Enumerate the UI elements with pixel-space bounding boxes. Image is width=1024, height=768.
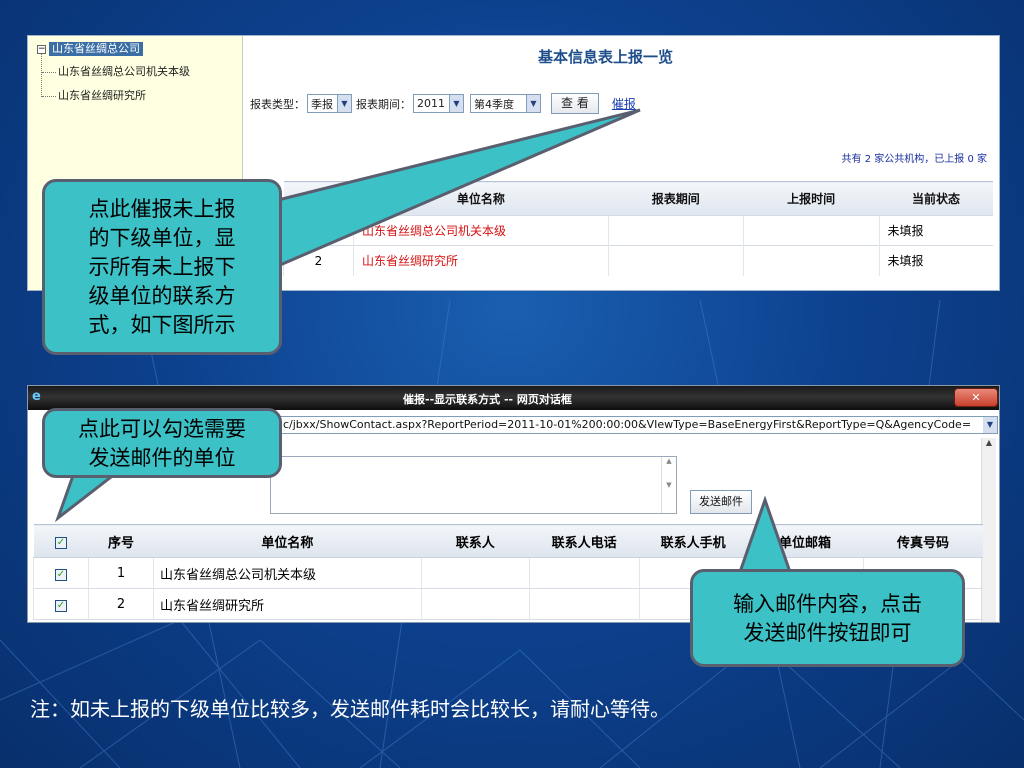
callout-line: 发送邮件的单位 [88, 446, 236, 470]
remind-link[interactable]: 催报 [612, 95, 636, 112]
row-period [607, 245, 744, 276]
callout-line: 点此催报未上报 [88, 197, 236, 221]
tree-child-2[interactable]: 山东省丝绸研究所 [58, 89, 146, 103]
quarter-value: 第4季度 [474, 97, 514, 111]
query-button[interactable]: 查 看 [551, 93, 599, 114]
chevron-down-icon[interactable]: ▼ [983, 417, 997, 433]
col-header[interactable]: 报表期间 [608, 181, 744, 216]
callout-line: 示所有未上报下 [88, 255, 236, 279]
tree-root[interactable]: − 山东省丝绸总公司 [37, 42, 143, 56]
row-unit-name: 山东省丝绸研究所 [152, 588, 422, 620]
row-unit-name: 山东省丝绸总公司机关本级 [152, 557, 422, 589]
ie-icon: e [32, 389, 41, 404]
chevron-down-icon[interactable]: ▼ [337, 95, 351, 112]
callout-line: 式，如下图所示 [88, 313, 236, 337]
callout-line: 级单位的联系方 [88, 284, 236, 308]
page-title: 基本信息表上报一览 [538, 48, 674, 66]
textarea-scrollbar[interactable]: ▲ ▼ [661, 457, 676, 513]
row-contact [420, 588, 530, 620]
table-header-row: 序号 单位名称 报表期间 上报时间 当前状态 [283, 181, 993, 216]
col-header[interactable]: 序号 [88, 524, 154, 558]
row-phone [528, 588, 640, 620]
row-checkbox[interactable]: ✓ [54, 599, 67, 612]
callout-remind: 点此催报未上报 的下级单位，显 示所有未上报下 级单位的联系方 式，如下图所示 [42, 179, 282, 355]
col-header[interactable]: 单位名称 [153, 524, 422, 558]
row-select-cell: ✓ [33, 557, 89, 589]
callout-line: 点此可以勾选需要 [78, 417, 246, 441]
callout-select: 点此可以勾选需要 发送邮件的单位 [42, 408, 282, 478]
tree-root-label[interactable]: 山东省丝绸总公司 [49, 42, 143, 56]
row-no: 2 [283, 245, 354, 276]
summary-text: 共有 2 家公共机构，已上报 0 家 [841, 154, 987, 165]
report-type-select[interactable]: 季报 ▼ [307, 94, 352, 113]
table-row[interactable]: 2 山东省丝绸研究所 未填报 [283, 245, 993, 276]
address-bar[interactable]: c/jbxx/ShowContact.aspx?ReportPeriod=201… [276, 416, 998, 434]
callout-line: 输入邮件内容，点击 [733, 592, 922, 616]
report-table: 序号 单位名称 报表期间 上报时间 当前状态 1 山东省丝绸总公司机关本级 未填… [283, 181, 993, 276]
table-header-row: ✓ 序号 单位名称 联系人 联系人电话 联系人手机 单位邮箱 传真号码 [33, 524, 983, 558]
col-header[interactable]: 联系人电话 [529, 524, 640, 558]
callout-line: 的下级单位，显 [88, 226, 236, 250]
col-header[interactable]: 传真号码 [863, 524, 983, 558]
col-header[interactable]: 单位名称 [353, 181, 609, 216]
row-contact [420, 557, 530, 589]
row-status: 未填报 [878, 245, 993, 276]
tree-connector [42, 96, 56, 97]
row-no: 1 [87, 557, 154, 589]
callout-send: 输入邮件内容，点击 发送邮件按钮即可 [690, 569, 965, 667]
col-header[interactable]: 当前状态 [879, 181, 993, 216]
email-content-input[interactable]: ▲ ▼ [270, 456, 677, 514]
row-no: 2 [87, 588, 154, 620]
collapse-icon[interactable]: − [37, 44, 46, 54]
scroll-up-icon[interactable]: ▲ [982, 438, 996, 447]
report-period-label: 报表期间： [356, 97, 411, 111]
quarter-select[interactable]: 第4季度 ▼ [470, 94, 541, 113]
address-text: c/jbxx/ShowContact.aspx?ReportPeriod=201… [283, 418, 972, 431]
send-email-button[interactable]: 发送邮件 [690, 490, 752, 514]
row-time [742, 215, 880, 246]
col-header[interactable]: 联系人 [421, 524, 530, 558]
col-header[interactable]: 序号 [283, 181, 354, 216]
row-no: 1 [283, 215, 354, 246]
row-phone [528, 557, 640, 589]
chevron-down-icon[interactable]: ▼ [526, 95, 540, 112]
dialog-title: 催报--显示联系方式 -- 网页对话框 [403, 393, 572, 406]
row-checkbox[interactable]: ✓ [54, 568, 67, 581]
report-type-label: 报表类型： [250, 97, 305, 111]
tree-child-1[interactable]: 山东省丝绸总公司机关本级 [58, 65, 190, 79]
col-header[interactable]: 联系人手机 [639, 524, 748, 558]
close-button[interactable]: ✕ [954, 388, 998, 407]
footnote: 注：如未上报的下级单位比较多，发送邮件耗时会比较长，请耐心等待。 [30, 697, 670, 721]
row-time [742, 245, 880, 276]
col-header[interactable]: 单位邮箱 [747, 524, 864, 558]
row-status: 未填报 [878, 215, 993, 246]
filter-bar: 报表类型： 季报 ▼ 报表期间： 2011 ▼ 第4季度 ▼ 查 看 催报 [250, 93, 636, 114]
col-header[interactable]: 上报时间 [743, 181, 880, 216]
scrollbar[interactable]: ▲ [981, 438, 996, 622]
row-unit-name[interactable]: 山东省丝绸总公司机关本级 [352, 215, 609, 246]
row-select-cell: ✓ [33, 588, 89, 620]
year-select[interactable]: 2011 ▼ [413, 94, 464, 113]
dialog-titlebar[interactable]: e 催报--显示联系方式 -- 网页对话框 ✕ [28, 386, 999, 410]
select-all-checkbox[interactable]: ✓ [54, 536, 67, 549]
year-value: 2011 [417, 97, 445, 110]
tree-connector [41, 54, 42, 97]
row-unit-name[interactable]: 山东省丝绸研究所 [352, 245, 609, 276]
row-period [607, 215, 744, 246]
tree-connector [42, 72, 56, 73]
report-type-value: 季报 [311, 97, 333, 111]
table-row[interactable]: 1 山东省丝绸总公司机关本级 未填报 [283, 215, 993, 246]
select-all-cell: ✓ [33, 524, 89, 558]
chevron-down-icon[interactable]: ▼ [449, 95, 463, 112]
callout-line: 发送邮件按钮即可 [743, 621, 912, 645]
